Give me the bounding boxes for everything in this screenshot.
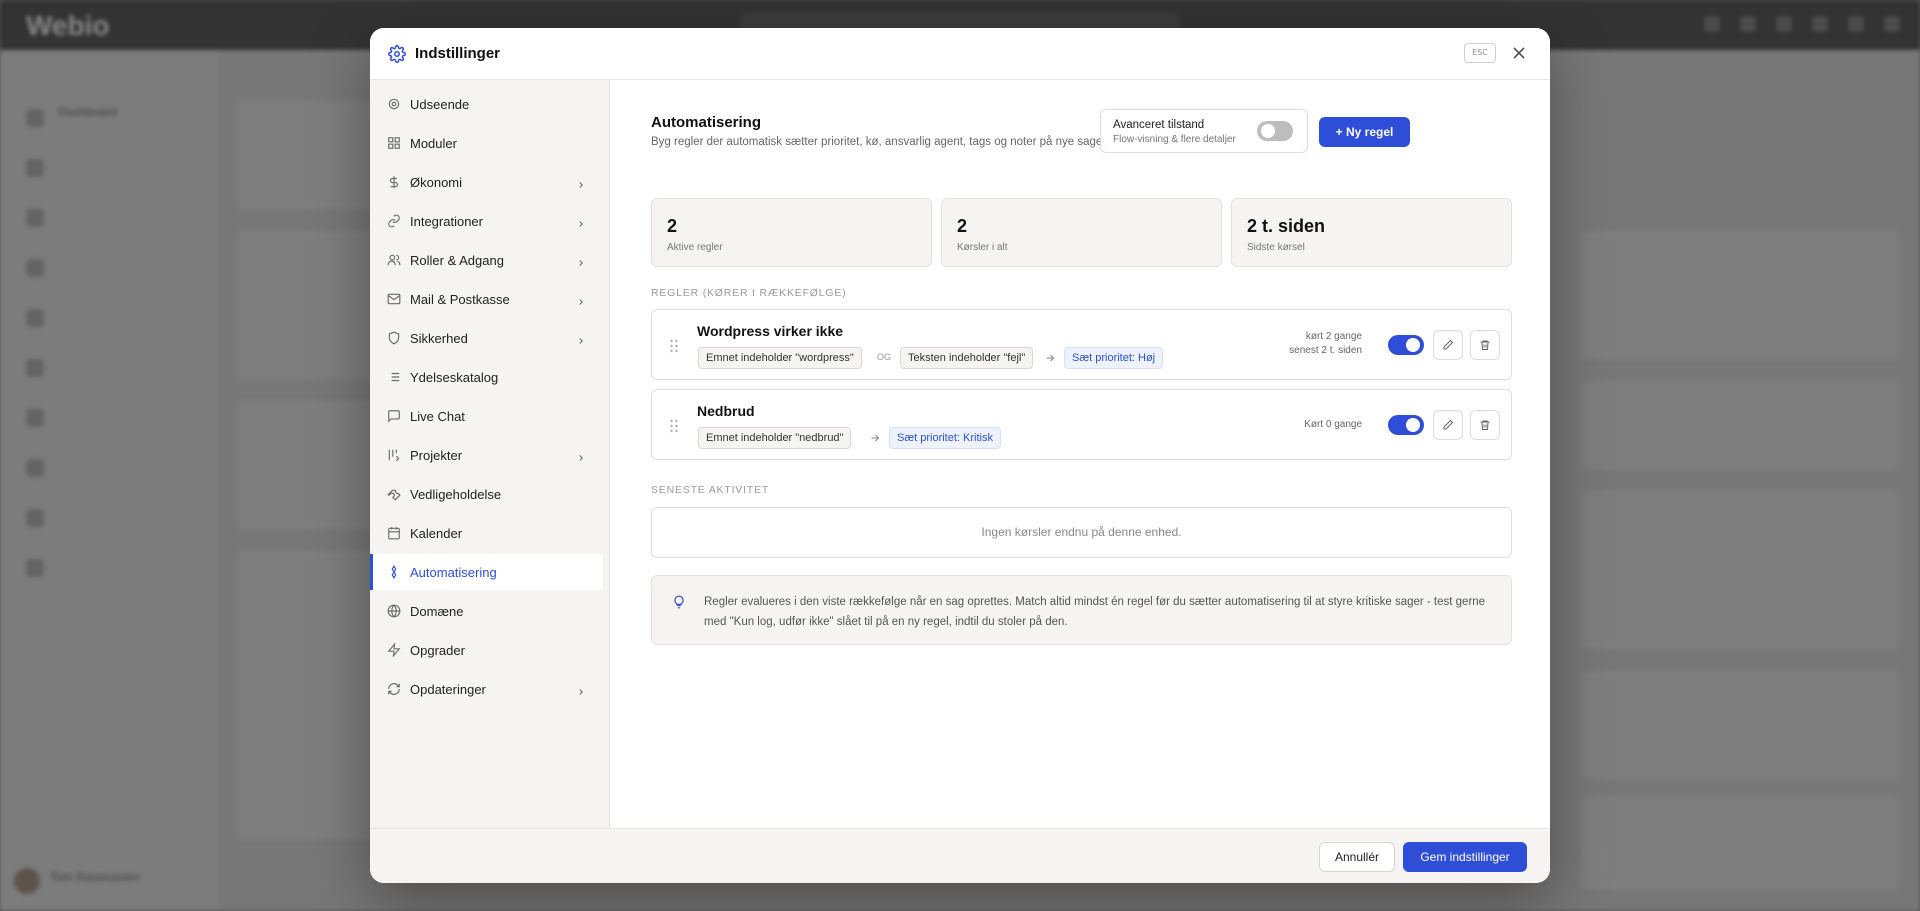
nav-item-live-chat[interactable]: Live Chat [370,398,603,434]
edit-rule-button[interactable] [1433,330,1463,360]
close-button[interactable] [1509,43,1529,63]
trash-icon [1480,340,1490,350]
rule-action-chip: Sæt prioritet: Kritisk [889,427,1001,449]
rule-name: Wordpress virker ikke [697,323,844,339]
info-text: Regler evalueres i den viste rækkefølge … [704,596,1486,628]
nav-item-moduler[interactable]: Moduler [370,125,603,161]
pencil-icon [1443,419,1454,430]
nav-item-projekter[interactable]: Projekter [370,437,603,473]
trash-icon [1480,420,1490,430]
stat-total-runs: 2 Kørsler i alt [941,198,1222,267]
edit-rule-button[interactable] [1433,410,1463,440]
rule-condition-chip: Emnet indeholder "wordpress" [698,347,862,369]
rule-run-info: kørt 2 gange senest 2 t. siden [1289,331,1362,356]
rules-heading: REGLER (KØRER I RÆKKEFØLGE) [651,287,847,299]
rule-enabled-toggle[interactable] [1388,335,1424,355]
chat-icon [387,409,401,423]
users-icon [387,253,401,267]
advanced-mode-toggle[interactable] [1257,121,1293,141]
link-icon [387,214,401,228]
nav-item-domaene[interactable]: Domæne [370,593,603,629]
cancel-button[interactable]: Annullér [1319,842,1395,872]
nav-item-okonomi[interactable]: Økonomi [370,164,603,200]
kanban-icon [387,448,401,462]
rule-condition-chip: Teksten indeholder "fejl" [900,347,1034,369]
activity-heading: SENESTE AKTIVITET [651,484,770,496]
arrow-right-icon [869,431,881,443]
gear-icon [388,45,406,63]
nav-item-ydelseskatalog[interactable]: Ydelseskatalog [370,359,603,395]
chevron-right-icon [576,684,586,695]
rule-condition-chip: Emnet indeholder "nedbrud" [698,427,852,449]
save-settings-button[interactable]: Gem indstillinger [1403,842,1527,872]
advanced-mode-box: Avanceret tilstand Flow-visning & flere … [1100,109,1308,153]
dollar-icon [387,175,401,189]
new-rule-button[interactable]: + Ny regel [1319,117,1410,147]
wrench-icon [387,487,401,501]
chevron-right-icon [576,216,586,227]
stat-active-rules: 2 Aktive regler [651,198,932,267]
settings-modal: Indstillinger ESC Udseende Moduler Økono… [370,28,1550,883]
delete-rule-button[interactable] [1470,410,1500,440]
rule-run-info: Kørt 0 gange [1304,419,1362,430]
nav-item-udseende[interactable]: Udseende [370,86,603,122]
page-title: Automatisering [651,114,762,131]
rule-action-chip: Sæt prioritet: Høj [1064,347,1164,369]
nav-item-roller-adgang[interactable]: Roller & Adgang [370,242,603,278]
chevron-right-icon [576,294,586,305]
chevron-right-icon [576,450,586,461]
gear-icon [387,97,401,111]
delete-rule-button[interactable] [1470,330,1500,360]
nav-item-opdateringer[interactable]: Opdateringer [370,671,603,707]
bolt-icon [387,642,401,658]
advanced-mode-label: Avanceret tilstand [1113,119,1205,131]
nav-item-automatisering[interactable]: Automatisering [370,554,603,590]
settings-nav: Udseende Moduler Økonomi Integrationer R… [370,80,610,828]
arrow-right-icon [1044,351,1056,363]
info-callout: Regler evalueres i den viste rækkefølge … [651,575,1512,645]
advanced-mode-sub: Flow-visning & flere detaljer [1113,134,1236,145]
rule-card: Wordpress virker ikke Emnet indeholder "… [651,309,1512,380]
esc-hint: ESC [1464,43,1496,63]
automation-panel: Automatisering Byg regler der automatisk… [611,80,1550,828]
page-subtitle: Byg regler der automatisk sætter priorit… [651,136,1107,148]
nav-item-vedligeholdelse[interactable]: Vedligeholdelse [370,476,603,512]
lightbulb-icon [672,595,686,609]
grid-icon [387,136,401,150]
calendar-icon [387,526,401,540]
automation-icon [387,565,401,579]
nav-item-kalender[interactable]: Kalender [370,515,603,551]
drag-handle-icon[interactable] [669,419,679,433]
chevron-right-icon [576,255,586,266]
nav-item-integrationer[interactable]: Integrationer [370,203,603,239]
list-icon [387,370,401,384]
stat-last-run: 2 t. siden Sidste kørsel [1231,198,1512,267]
drag-handle-icon[interactable] [669,339,679,353]
nav-item-sikkerhed[interactable]: Sikkerhed [370,320,603,356]
rule-enabled-toggle[interactable] [1388,415,1424,435]
modal-header: Indstillinger ESC [370,28,1550,80]
modal-title: Indstillinger [415,45,501,62]
rule-card: Nedbrud Emnet indeholder "nedbrud" Sæt p… [651,389,1512,460]
modal-footer: Annullér Gem indstillinger [370,828,1550,883]
rule-name: Nedbrud [697,403,755,419]
nav-item-opgrader[interactable]: Opgrader [370,632,603,668]
mail-icon [387,292,401,306]
activity-empty-state: Ingen kørsler endnu på denne enhed. [651,507,1512,558]
rule-joiner: OG [877,352,892,362]
refresh-icon [387,682,401,696]
chevron-right-icon [576,177,586,188]
nav-item-mail-postkasse[interactable]: Mail & Postkasse [370,281,603,317]
shield-icon [387,331,401,345]
close-icon [1513,47,1525,59]
globe-icon [387,604,401,618]
pencil-icon [1443,339,1454,350]
chevron-right-icon [576,333,586,344]
